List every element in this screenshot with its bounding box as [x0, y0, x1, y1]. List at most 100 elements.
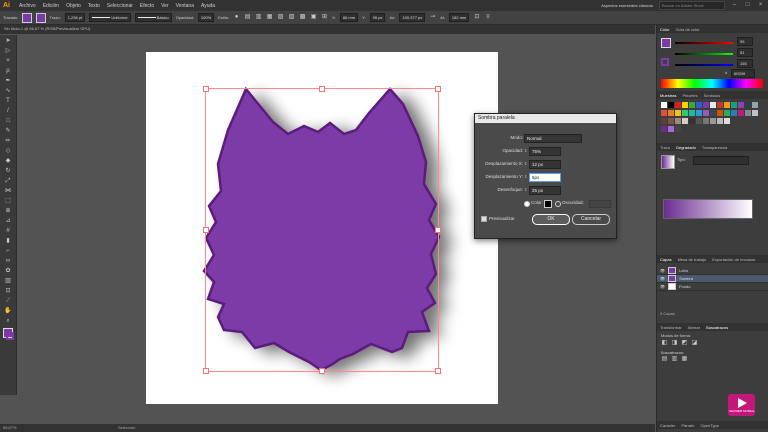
- y-offset-field[interactable]: 5px: [529, 173, 561, 182]
- intersect-icon[interactable]: ◩: [681, 340, 688, 347]
- y-field[interactable]: 95 px: [369, 13, 386, 22]
- color-radio[interactable]: [524, 201, 530, 207]
- reference-point-icon[interactable]: ⊞: [321, 14, 328, 21]
- stroke-color-icon[interactable]: [6, 332, 14, 340]
- align-left-icon[interactable]: ▤: [244, 14, 251, 21]
- unite-icon[interactable]: ◧: [661, 340, 668, 347]
- scale-tool-icon[interactable]: ⤢: [4, 177, 13, 185]
- minimize-icon[interactable]: –: [731, 2, 738, 9]
- swatches-grid[interactable]: [657, 99, 768, 141]
- shape-builder-tool-icon[interactable]: ⊕: [4, 207, 13, 215]
- perspective-tool-icon[interactable]: ⊿: [4, 217, 13, 225]
- brush-definition[interactable]: Básico: [134, 13, 172, 22]
- tab-character[interactable]: Carácter: [660, 423, 675, 428]
- ok-button[interactable]: OK: [532, 214, 570, 225]
- tab-gradient[interactable]: Degradado: [676, 145, 696, 150]
- opacity-stepper[interactable]: ⇕: [524, 147, 527, 155]
- red-value[interactable]: 95: [737, 37, 753, 46]
- opacity-field[interactable]: 100%: [197, 13, 215, 22]
- fill-swatch[interactable]: [21, 12, 32, 23]
- tab-asset-export[interactable]: Exportación de recursos: [712, 257, 755, 262]
- menu-seleccionar[interactable]: Seleccionar: [107, 3, 133, 9]
- handle-middle-right[interactable]: [435, 227, 441, 233]
- tab-transparency[interactable]: Transparencia: [702, 145, 727, 150]
- trim-icon[interactable]: ▥: [671, 356, 678, 363]
- tab-swatches[interactable]: Muestras: [660, 93, 676, 98]
- rectangle-tool-icon[interactable]: □: [4, 117, 13, 125]
- green-slider[interactable]: [675, 50, 733, 55]
- gradient-slider[interactable]: [663, 199, 753, 219]
- gradient-preview[interactable]: [661, 155, 675, 169]
- y-offset-stepper[interactable]: ⇕: [524, 173, 527, 181]
- eraser-tool-icon[interactable]: ◆: [4, 157, 13, 165]
- tab-opentype[interactable]: OpenType: [700, 423, 718, 428]
- handle-bottom-left[interactable]: [203, 368, 209, 374]
- mode-select[interactable]: Normal: [524, 134, 582, 143]
- menu-ayuda[interactable]: Ayuda: [201, 3, 215, 9]
- eye-icon[interactable]: 👁: [660, 284, 665, 289]
- layer-name[interactable]: Lobo: [679, 268, 688, 273]
- constrain-proportions-icon[interactable]: ⊸: [429, 14, 436, 21]
- lasso-tool-icon[interactable]: ρ: [4, 67, 13, 75]
- layer-row-selected[interactable]: 👁 Sombra: [657, 275, 768, 283]
- rotate-tool-icon[interactable]: ↻: [4, 167, 13, 175]
- cancel-button[interactable]: Cancelar: [572, 214, 610, 225]
- zoom-level[interactable]: 66,67%: [3, 425, 17, 430]
- menu-ventana[interactable]: Ventana: [176, 3, 194, 9]
- graph-tool-icon[interactable]: ▥: [4, 277, 13, 285]
- handle-middle-left[interactable]: [203, 227, 209, 233]
- align-bottom-icon[interactable]: ▩: [299, 14, 306, 21]
- direct-selection-tool-icon[interactable]: ▷: [4, 47, 13, 55]
- tab-symbols[interactable]: Símbolos: [704, 93, 721, 98]
- blue-slider[interactable]: [675, 61, 733, 66]
- x-offset-field[interactable]: 12 px: [529, 160, 561, 169]
- distribute-icon[interactable]: ▣: [310, 14, 317, 21]
- layer-row[interactable]: 👁 Fondo: [657, 283, 768, 291]
- darkness-field[interactable]: [589, 200, 611, 208]
- zoom-tool-icon[interactable]: ⌕: [4, 317, 13, 325]
- darkness-radio[interactable]: [555, 201, 561, 207]
- transform-icon[interactable]: ⊡: [473, 14, 480, 21]
- tab-align[interactable]: Alinear: [688, 325, 700, 330]
- eye-icon[interactable]: 👁: [660, 276, 665, 281]
- menu-ver[interactable]: Ver: [161, 3, 169, 9]
- document-tab[interactable]: Sin título-1 @ 66,67 % (RGB/Previsualiza…: [4, 26, 90, 31]
- align-right-icon[interactable]: ▦: [266, 14, 273, 21]
- tab-pathfinder[interactable]: Buscatrazos: [706, 325, 728, 330]
- divide-icon[interactable]: ▤: [661, 356, 668, 363]
- tab-stroke[interactable]: Trazo: [660, 145, 670, 150]
- curvature-tool-icon[interactable]: ∿: [4, 87, 13, 95]
- layer-name[interactable]: Fondo: [679, 284, 690, 289]
- stroke-swatch[interactable]: [35, 12, 46, 23]
- symbol-sprayer-tool-icon[interactable]: ✿: [4, 267, 13, 275]
- handle-top-center[interactable]: [319, 86, 325, 92]
- menu-objeto[interactable]: Objeto: [66, 3, 81, 9]
- menu-edicion[interactable]: Edición: [43, 3, 59, 9]
- color-fill-icon[interactable]: [661, 38, 671, 48]
- tab-paragraph[interactable]: Párrafo: [681, 423, 694, 428]
- blend-tool-icon[interactable]: ∞: [4, 257, 13, 265]
- align-top-icon[interactable]: ▧: [277, 14, 284, 21]
- exclude-icon[interactable]: ◪: [691, 340, 698, 347]
- type-tool-icon[interactable]: T: [4, 97, 13, 105]
- blue-value[interactable]: 155: [737, 59, 753, 68]
- x-field[interactable]: 86 mm: [339, 13, 359, 22]
- handle-top-left[interactable]: [203, 86, 209, 92]
- eye-icon[interactable]: 👁: [660, 268, 665, 273]
- line-tool-icon[interactable]: /: [4, 107, 13, 115]
- maximize-icon[interactable]: □: [744, 2, 751, 9]
- selection-tool-icon[interactable]: ➤: [4, 37, 13, 45]
- merge-icon[interactable]: ▦: [681, 356, 688, 363]
- paintbrush-tool-icon[interactable]: ✎: [4, 127, 13, 135]
- stroke-weight-field[interactable]: 1,236 pt: [64, 13, 86, 22]
- layer-name[interactable]: Sombra: [679, 276, 693, 281]
- free-transform-tool-icon[interactable]: ⬚: [4, 197, 13, 205]
- blur-field[interactable]: 25 px: [529, 186, 561, 195]
- magic-wand-tool-icon[interactable]: ✧: [4, 57, 13, 65]
- align-center-icon[interactable]: ▥: [255, 14, 262, 21]
- handle-top-right[interactable]: [435, 86, 441, 92]
- width-tool-icon[interactable]: ⋈: [4, 187, 13, 195]
- green-value[interactable]: 51: [737, 48, 753, 57]
- align-middle-icon[interactable]: ▨: [288, 14, 295, 21]
- tab-brushes[interactable]: Pinceles: [682, 93, 697, 98]
